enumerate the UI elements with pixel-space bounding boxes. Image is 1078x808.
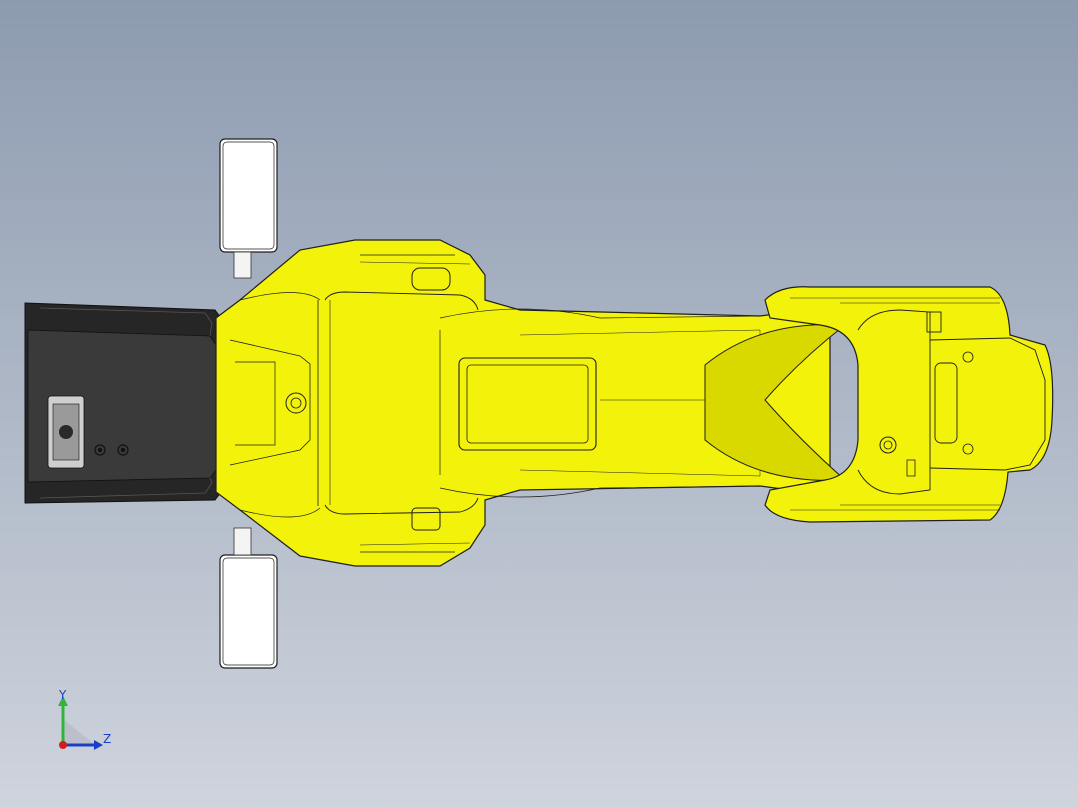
cad-viewport[interactable]: Y Z xyxy=(0,0,1078,808)
model-view[interactable]: Y Z xyxy=(0,0,1078,808)
z-axis-label: Z xyxy=(103,732,111,746)
motor-unit xyxy=(24,302,225,504)
y-axis-label: Y xyxy=(58,688,67,702)
